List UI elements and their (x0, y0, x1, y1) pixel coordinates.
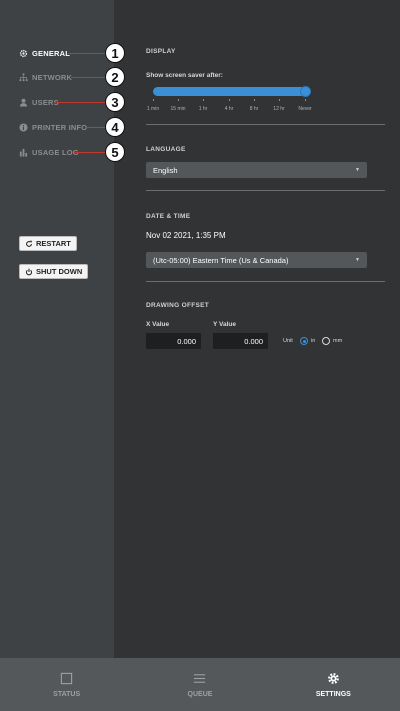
tab-label: QUEUE (187, 690, 213, 698)
unit-mm-radio[interactable] (322, 337, 330, 345)
section-divider (146, 190, 385, 191)
slider-tick-label: 8 hr (249, 106, 259, 112)
slider-tick (203, 99, 204, 101)
chevron-down-icon: ▼ (355, 167, 360, 173)
slider-tick-label: Never (298, 106, 312, 112)
restart-label: RESTART (36, 239, 71, 248)
shutdown-label: SHUT DOWN (36, 267, 83, 276)
sidebar-item-users[interactable]: USERS (19, 94, 59, 110)
restart-button[interactable]: RESTART (19, 236, 77, 251)
slider-tick-label: 12 hr (273, 106, 285, 112)
y-value-label: Y Value (213, 321, 237, 328)
unit-label: Unit (283, 338, 293, 344)
gear-icon (19, 49, 28, 58)
slider-tick-label: 15 min (170, 106, 186, 112)
info-icon (19, 122, 28, 132)
callout-number: 1 (105, 43, 125, 63)
callout-line (56, 102, 105, 103)
section-divider (146, 281, 385, 282)
status-square-icon (60, 672, 73, 684)
current-datetime: Nov 02 2021, 1:35 PM (146, 231, 226, 240)
timezone-select[interactable]: (Utc-05:00) Eastern Time (Us & Canada) ▼ (146, 252, 367, 268)
slider-tick (229, 99, 230, 101)
tab-label: STATUS (53, 690, 81, 698)
display-section-title: DISPLAY (146, 48, 176, 55)
tab-label: SETTINGS (315, 690, 351, 698)
tab-queue[interactable]: QUEUE (133, 658, 266, 711)
callout-number: 2 (105, 67, 125, 87)
slider-tick (254, 99, 255, 101)
callout-line (68, 53, 105, 54)
sidebar-item-usage-log[interactable]: USAGE LOG (19, 144, 79, 160)
sidebar-item-general[interactable]: GENERAL (19, 45, 70, 61)
callout-line (71, 77, 105, 78)
callout-number: 5 (105, 142, 125, 162)
tab-status[interactable]: STATUS (0, 658, 133, 711)
bottom-nav: STATUS QUEUE SETTINGS (0, 658, 400, 711)
screensaver-slider-thumb[interactable] (300, 86, 311, 97)
gear-icon (327, 672, 339, 684)
slider-tick-label: 1 hr (198, 106, 208, 112)
datetime-section-title: DATE & TIME (146, 213, 191, 220)
unit-in-radio[interactable] (300, 337, 308, 345)
sidebar-item-label: PRINTER INFO (32, 122, 88, 132)
sidebar-item-label: GENERAL (32, 48, 71, 58)
tab-settings[interactable]: SETTINGS (267, 658, 400, 711)
sidebar-item-network[interactable]: NETWORK (19, 69, 72, 85)
callout-number: 3 (105, 92, 125, 112)
language-value: English (153, 165, 178, 175)
callout-number: 4 (105, 117, 125, 137)
section-divider (146, 124, 385, 125)
restart-icon (26, 240, 32, 247)
unit-mm-label: mm (333, 338, 343, 344)
queue-list-icon (194, 673, 206, 683)
timezone-value: (Utc-05:00) Eastern Time (Us & Canada) (153, 255, 289, 265)
bar-chart-icon (19, 148, 28, 157)
slider-tick (153, 99, 154, 101)
shutdown-button[interactable]: SHUT DOWN (19, 264, 89, 279)
language-section-title: LANGUAGE (146, 146, 186, 153)
user-icon (19, 98, 28, 107)
sidebar-item-printer-info[interactable]: PRINTER INFO (19, 119, 87, 135)
slider-tick (279, 99, 280, 101)
screensaver-slider[interactable] (153, 87, 308, 96)
y-value-input[interactable] (213, 333, 268, 349)
slider-tick (305, 99, 306, 101)
chevron-down-icon: ▼ (355, 257, 360, 263)
language-select[interactable]: English ▼ (146, 162, 367, 178)
unit-in-label: in (311, 338, 316, 344)
sidebar-item-label: USAGE LOG (32, 147, 79, 157)
x-value-label: X Value (146, 321, 170, 328)
slider-tick-label: 1 min (146, 106, 160, 112)
sidebar-item-label: USERS (32, 97, 59, 107)
sidebar-item-label: NETWORK (32, 72, 73, 82)
x-value-input[interactable] (146, 333, 201, 349)
network-icon (19, 72, 28, 82)
callout-line (85, 127, 105, 128)
slider-tick-label: 4 hr (224, 106, 234, 112)
power-icon (25, 268, 33, 275)
screensaver-label: Show screen saver after: (146, 72, 223, 79)
callout-line (74, 152, 105, 153)
slider-tick (178, 99, 179, 101)
drawing-offset-section-title: DRAWING OFFSET (146, 302, 210, 309)
